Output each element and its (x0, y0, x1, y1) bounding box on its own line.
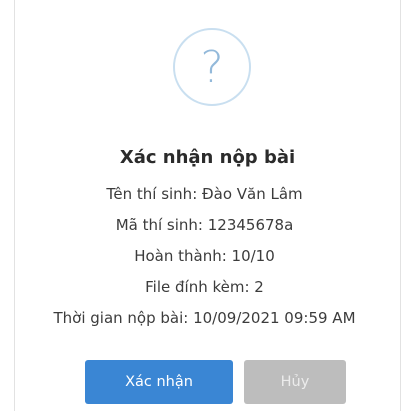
question-icon: ? (173, 28, 251, 106)
attachment-count: File đính kèm: 2 (145, 278, 264, 296)
submit-confirm-dialog: ? Xác nhận nộp bài Tên thí sinh: Đào Văn… (14, 0, 401, 411)
confirm-button[interactable]: Xác nhận (85, 360, 233, 404)
completion-status: Hoàn thành: 10/10 (134, 247, 275, 265)
candidate-id: Mã thí sinh: 12345678a (115, 216, 294, 234)
candidate-name: Tên thí sinh: Đào Văn Lâm (106, 185, 303, 203)
submission-time: Thời gian nộp bài: 10/09/2021 09:59 AM (53, 309, 356, 327)
cancel-button[interactable]: Hủy (244, 360, 346, 404)
dialog-title: Xác nhận nộp bài (119, 147, 296, 168)
question-mark-icon: ? (200, 42, 224, 93)
